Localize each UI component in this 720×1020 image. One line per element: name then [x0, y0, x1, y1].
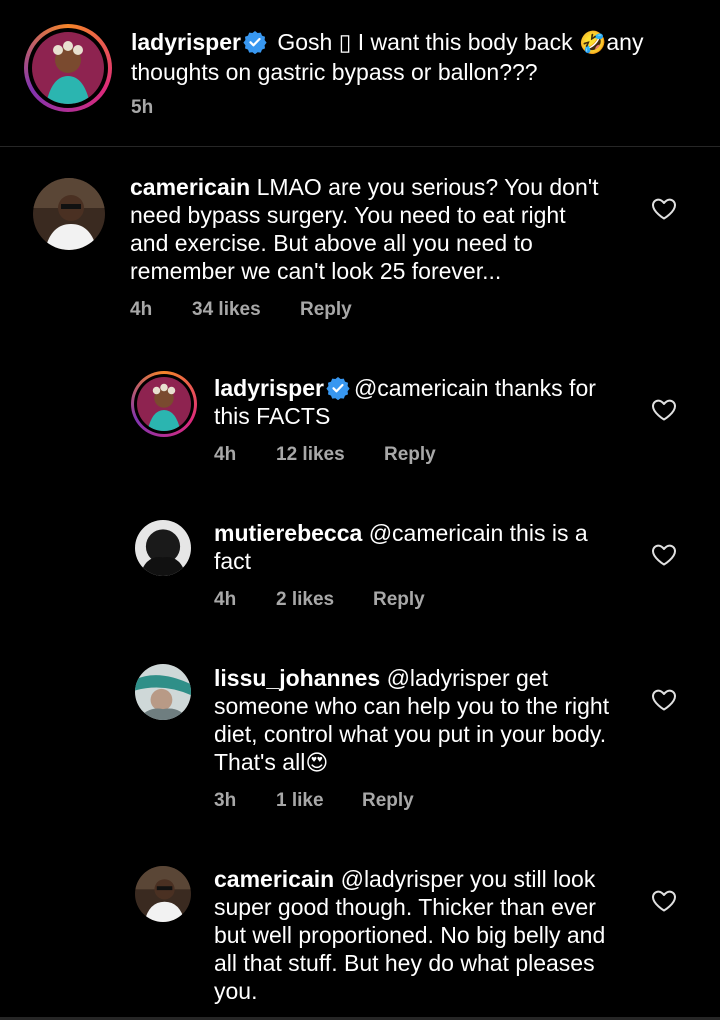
comment-text: camericain @ladyrisper you still look su…: [214, 866, 606, 1004]
reply-button[interactable]: Reply: [300, 299, 352, 321]
heart-outline-icon[interactable]: [651, 889, 677, 913]
comment-username[interactable]: camericain: [130, 174, 250, 200]
avatar[interactable]: [135, 520, 191, 576]
reply-button[interactable]: Reply: [373, 589, 425, 611]
avatar[interactable]: [135, 664, 191, 720]
comment-time: 4h: [214, 444, 237, 465]
unknown-emoji: ▯: [338, 29, 352, 55]
comment-username[interactable]: mutierebecca: [214, 520, 362, 546]
likes-count[interactable]: 34 likes: [192, 299, 261, 321]
comment-time: 3h: [214, 790, 237, 811]
post-caption: ladyrisper Gosh ▯ I want this body back …: [0, 0, 720, 147]
heart-outline-icon[interactable]: [651, 543, 677, 567]
verified-badge-icon: [243, 30, 267, 54]
comment-username[interactable]: camericain: [214, 866, 334, 892]
comment-username[interactable]: lissu_johannes: [214, 665, 380, 691]
likes-count[interactable]: 12 likes: [276, 444, 345, 466]
caption-time: 5h: [131, 97, 154, 118]
likes-count[interactable]: 2 likes: [276, 589, 334, 611]
heart-outline-icon[interactable]: [651, 197, 677, 221]
avatar[interactable]: [32, 32, 104, 104]
comment-time: 4h: [214, 589, 237, 610]
comment-username[interactable]: ladyrisper: [214, 375, 324, 401]
avatar[interactable]: [137, 377, 191, 431]
rofl-emoji: 🤣: [578, 31, 607, 56]
comment-time: 4h: [130, 299, 153, 320]
reply-button[interactable]: Reply: [362, 790, 414, 812]
comment-text: mutierebecca @camericain this is a fact: [214, 520, 588, 574]
mention-link[interactable]: @camericain: [369, 520, 504, 546]
comment-text: ladyrisper @camericain thanks for this FA…: [214, 375, 596, 429]
mention-link[interactable]: @camericain: [354, 375, 489, 401]
heart-outline-icon[interactable]: [651, 398, 677, 422]
heart-outline-icon[interactable]: [651, 688, 677, 712]
mention-link[interactable]: @ladyrisper: [387, 665, 510, 691]
avatar[interactable]: [33, 178, 105, 250]
caption-text: ladyrisper Gosh ▯ I want this body back …: [131, 29, 644, 85]
heart-eyes-emoji: 😍: [305, 751, 329, 776]
likes-count[interactable]: 1 like: [276, 790, 324, 812]
mention-link[interactable]: @ladyrisper: [341, 866, 464, 892]
verified-badge-icon: [326, 376, 350, 400]
comment-text: camericain LMAO are you serious? You don…: [130, 174, 599, 284]
comment-text: lissu_johannes @ladyrisper get someone w…: [214, 665, 610, 776]
caption-username[interactable]: ladyrisper: [131, 29, 241, 55]
reply-button[interactable]: Reply: [384, 444, 436, 466]
avatar[interactable]: [135, 866, 191, 922]
